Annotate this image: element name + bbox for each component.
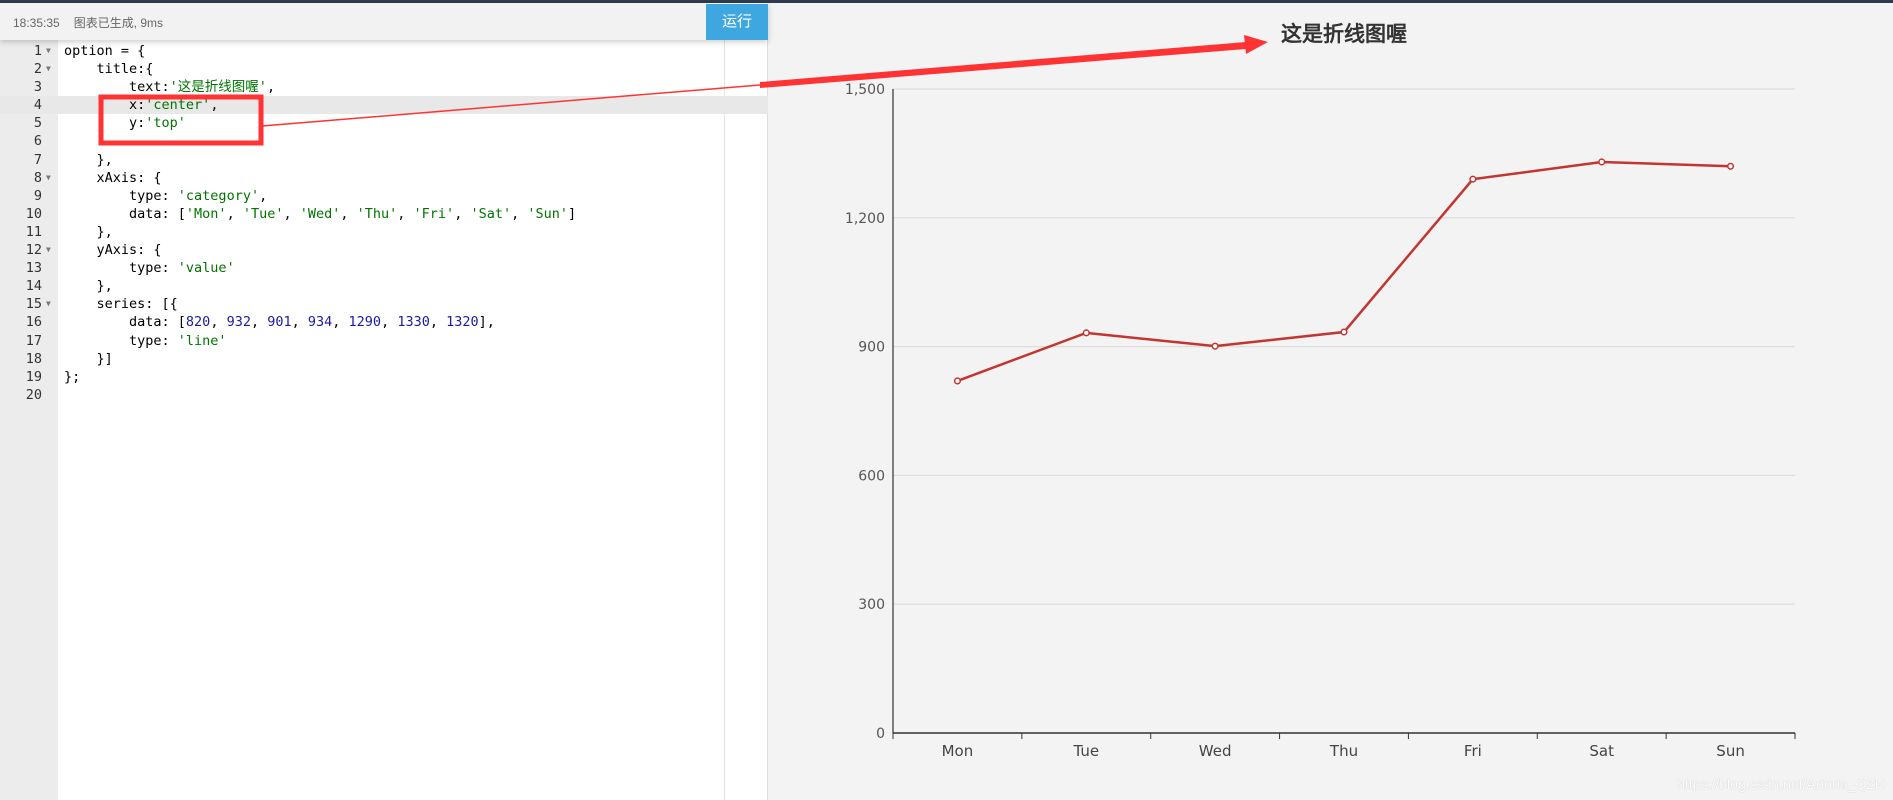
code-line[interactable]: 14 }, [0, 277, 768, 295]
code-text: }; [64, 368, 81, 385]
code-text: type: 'line' [64, 332, 227, 349]
data-point [1340, 328, 1348, 336]
status-bar: 18:35:35 图表已生成, 9ms [13, 14, 177, 31]
code-line[interactable]: 3 text:'这是折线图喔', [0, 78, 768, 96]
data-point [953, 377, 961, 385]
code-text: }, [64, 223, 113, 240]
fold-arrow-icon[interactable]: ▼ [46, 241, 51, 259]
code-line[interactable]: 2 ▼ title:{ [0, 60, 768, 78]
code-text: x:'center', [64, 97, 219, 114]
code-line[interactable]: 18 }] [0, 350, 768, 368]
line-number: 17 [25, 332, 42, 349]
line-number: 19 [25, 368, 42, 385]
code-text: option = { [64, 43, 146, 59]
code-text: y:'top' [64, 115, 186, 132]
line-number: 12 [25, 242, 42, 259]
x-tick-label: Thu [1329, 742, 1358, 760]
y-tick-label: 1,200 [845, 211, 885, 227]
y-tick-label: 900 [858, 340, 885, 356]
x-tick-label: Mon [942, 742, 974, 760]
editor-header: 18:35:35 图表已生成, 9ms 运行 [0, 3, 768, 40]
code-line[interactable]: 5 y:'top' [0, 114, 768, 132]
code-line[interactable]: 11 }, [0, 223, 768, 241]
x-tick-label: Sun [1716, 742, 1745, 760]
line-number: 5 [33, 115, 42, 132]
data-point [1598, 158, 1606, 166]
fold-arrow-icon[interactable]: ▼ [46, 295, 51, 313]
code-line[interactable]: 6 [0, 132, 768, 150]
status-time: 18:35:35 [13, 16, 60, 30]
code-line[interactable]: 19}; [0, 368, 768, 386]
code-text: text:'这是折线图喔', [64, 79, 276, 96]
series-line [956, 160, 1731, 383]
data-point [1727, 162, 1735, 170]
line-number: 10 [25, 205, 42, 222]
line-number: 14 [25, 278, 42, 295]
line-number: 6 [33, 133, 42, 150]
line-number: 8 [33, 169, 42, 186]
code-text: yAxis: { [64, 242, 162, 259]
x-tick-label: Fri [1464, 742, 1482, 760]
data-point [1211, 342, 1219, 350]
line-number: 2 [33, 61, 42, 78]
data-point [1082, 329, 1090, 337]
code-line[interactable]: 13 type: 'value' [0, 259, 768, 277]
x-tick-label: Sat [1589, 742, 1614, 760]
line-number: 9 [33, 187, 42, 204]
code-line[interactable]: 4 x:'center', [0, 96, 768, 115]
code-editor[interactable]: 1 ▼ option = {2 ▼ title:{3 text:'这是折线图喔', 4 … [0, 42, 768, 404]
data-point [1469, 175, 1477, 183]
code-line[interactable]: 7 }, [0, 151, 768, 169]
code-text: title:{ [64, 61, 154, 78]
code-line[interactable]: 8 ▼ xAxis: { [0, 169, 768, 187]
code-text: series: [{ [64, 296, 178, 313]
line-number: 4 [33, 97, 42, 114]
code-line[interactable]: 15 ▼ series: [{ [0, 295, 768, 313]
line-number: 3 [33, 79, 42, 96]
code-text: data: [820, 932, 901, 934, 1290, 1330, 1… [64, 314, 495, 331]
fold-arrow-icon[interactable]: ▼ [46, 60, 51, 78]
watermark: https://blog.csdn.net/Artoria_QZH [1677, 776, 1885, 792]
line-number: 1 [33, 43, 42, 59]
line-number: 20 [25, 386, 42, 403]
line-chart: 0 300 600 900 1,200 1,500 Mon Tue Wed Thu Fri Sat Su… [845, 22, 1796, 760]
code-text: }] [64, 350, 113, 367]
editor-panel: 18:35:35 图表已生成, 9ms 运行 1 ▼ option = {2 ▼ tit… [0, 3, 768, 800]
y-tick-label: 1,500 [845, 82, 885, 98]
code-line[interactable]: 9 type: 'category', [0, 187, 768, 205]
x-tick-label: Wed [1199, 742, 1232, 760]
run-button[interactable]: 运行 [706, 4, 768, 40]
code-line[interactable]: 10 data: ['Mon', 'Tue', 'Wed', 'Thu', 'F… [0, 205, 768, 223]
code-line[interactable]: 1 ▼ option = { [0, 42, 768, 60]
line-number: 13 [25, 260, 42, 277]
line-number: 16 [25, 314, 42, 331]
fold-arrow-icon[interactable]: ▼ [46, 169, 51, 187]
code-line[interactable]: 20 [0, 386, 768, 404]
code-text: type: 'value' [64, 260, 235, 277]
code-text: }, [64, 278, 113, 295]
chart-title: 这是折线图喔 [1281, 22, 1407, 46]
code-line[interactable]: 17 type: 'line' [0, 332, 768, 350]
y-tick-label: 300 [858, 597, 885, 613]
code-text: }, [64, 151, 113, 168]
line-number: 15 [25, 296, 42, 313]
fold-arrow-icon[interactable]: ▼ [46, 42, 51, 60]
line-number: 7 [33, 151, 42, 168]
code-line[interactable]: 12 ▼ yAxis: { [0, 241, 768, 259]
line-number: 18 [25, 350, 42, 367]
x-tick-label: Tue [1072, 742, 1099, 760]
code-line[interactable]: 16 data: [820, 932, 901, 934, 1290, 1330… [0, 313, 768, 331]
y-tick-label: 0 [876, 726, 885, 742]
code-text: type: 'category', [64, 187, 268, 204]
y-tick-label: 600 [858, 468, 885, 484]
line-number: 11 [25, 223, 42, 240]
code-text: data: ['Mon', 'Tue', 'Wed', 'Thu', 'Fri'… [64, 205, 577, 222]
status-text: 图表已生成, 9ms [73, 16, 164, 30]
code-text: xAxis: { [64, 169, 162, 186]
